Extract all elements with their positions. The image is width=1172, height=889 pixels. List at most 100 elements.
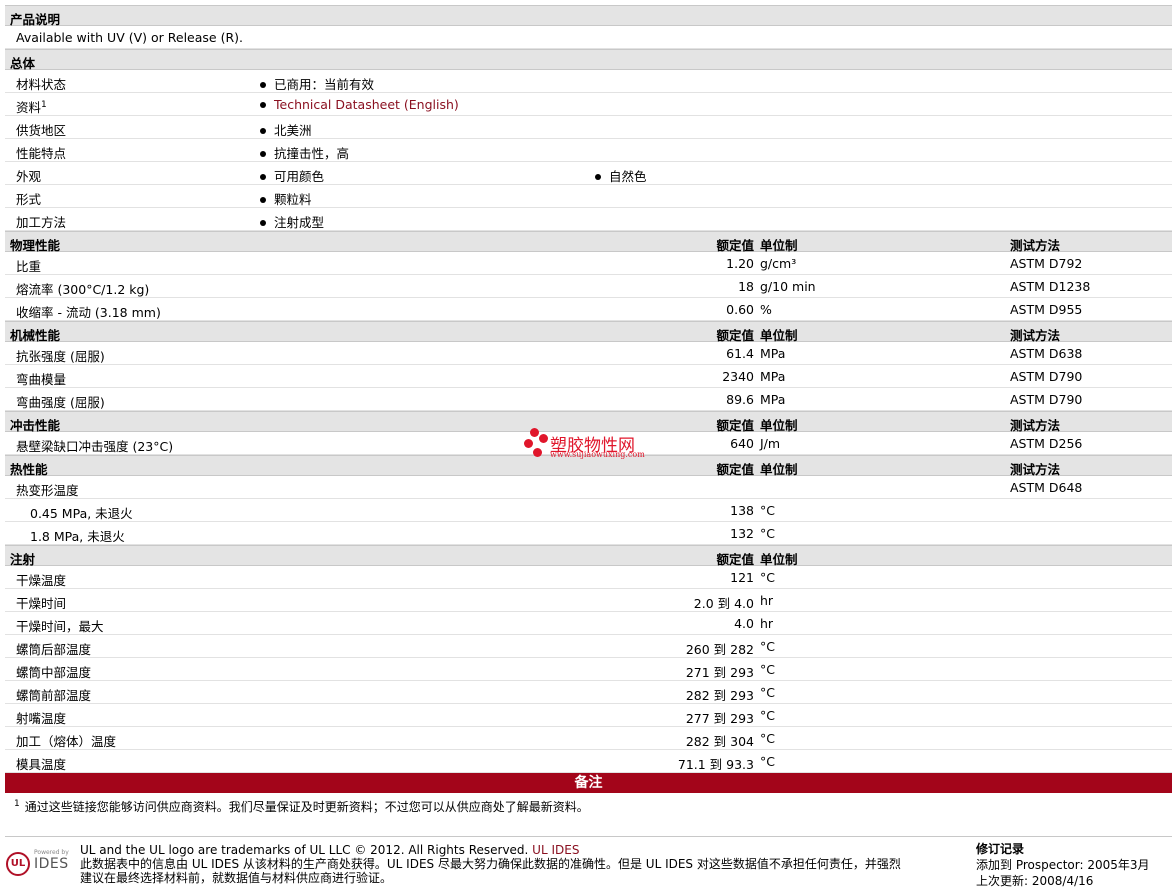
property-label-text: 形式	[16, 192, 42, 207]
property-value: 18	[738, 279, 754, 294]
injection-row: 干燥时间，最大 4.0 hr	[5, 612, 1172, 635]
general-row: 资料1 Technical Datasheet (English)	[5, 93, 1172, 116]
property-label: 抗张强度 (屈服)	[16, 349, 105, 364]
property-value: Technical Datasheet (English)	[260, 97, 459, 112]
property-value: 北美洲	[260, 120, 312, 139]
property-value: 89.6	[726, 392, 754, 407]
thermal-row: 0.45 MPa, 未退火 138 °C	[5, 499, 1172, 522]
ides-label: IDES	[34, 856, 69, 872]
property-value: 282 到 293	[685, 688, 754, 703]
property-value: 61.4	[726, 346, 754, 361]
watermark-dot	[533, 448, 542, 457]
property-label-text: 材料状态	[16, 77, 67, 92]
section-header-description: 产品说明	[5, 5, 1172, 27]
general-row: 材料状态 已商用：当前有效	[5, 70, 1172, 93]
watermark-dot	[524, 439, 533, 448]
property-label: 性能特点	[16, 143, 66, 162]
description-row: Available with UV (V) or Release (R).	[5, 26, 1172, 49]
property-unit: J/m	[760, 436, 781, 451]
property-label: 收缩率 - 流动 (3.18 mm)	[16, 305, 161, 320]
property-unit: °C	[760, 526, 775, 541]
test-method: ASTM D955	[1010, 302, 1083, 317]
bullet-icon	[595, 173, 601, 180]
property-value: 4.0	[734, 616, 754, 631]
property-unit: hr	[760, 616, 774, 631]
property-unit: MPa	[760, 392, 786, 407]
general-row: 供货地区 北美洲	[5, 116, 1172, 139]
footnote-marker: 1	[14, 799, 20, 809]
property-label: 比重	[16, 259, 42, 274]
property-label: 资料1	[16, 97, 47, 116]
note-row: 1 通过这些链接您能够访问供应商资料。我们尽量保证及时更新资料；不过您可以从供应商…	[5, 793, 1172, 837]
notes-header: 备注	[5, 773, 1172, 793]
physical-row: 比重 1.20 g/cm³ ASTM D792	[5, 252, 1172, 275]
property-value: 抗撞击性，高	[260, 143, 349, 162]
footer-trademark: UL and the UL logo are trademarks of UL …	[80, 843, 533, 857]
footnote-marker: 1	[41, 100, 47, 110]
injection-row: 螺筒后部温度 260 到 282 °C	[5, 635, 1172, 658]
property-unit: °C	[760, 685, 775, 700]
property-value: 可用颜色	[260, 166, 324, 185]
property-label: 悬壁梁缺口冲击强度 (23°C)	[16, 439, 174, 454]
property-value: 1.20	[726, 256, 754, 271]
general-row: 加工方法 注射成型	[5, 208, 1172, 231]
test-method: ASTM D648	[1010, 480, 1083, 495]
mechanical-row: 弯曲强度 (屈服) 89.6 MPa ASTM D790	[5, 388, 1172, 411]
ul-logo-icon: UL	[6, 852, 30, 876]
bullet-icon	[260, 173, 266, 180]
property-label: 弯曲强度 (屈服)	[16, 395, 105, 410]
property-value: 277 到 293	[685, 711, 754, 726]
property-label: 熔流率 (300°C/1.2 kg)	[16, 282, 150, 297]
property-unit: g/10 min	[760, 279, 816, 294]
property-label: 干燥时间，最大	[16, 619, 104, 634]
bullet-icon	[260, 196, 266, 203]
injection-row: 模具温度 71.1 到 93.3 °C	[5, 750, 1172, 773]
property-unit: °C	[760, 639, 775, 654]
test-method: ASTM D790	[1010, 369, 1083, 384]
property-value: 271 到 293	[685, 665, 754, 680]
property-unit: g/cm³	[760, 256, 797, 271]
test-method: ASTM D792	[1010, 256, 1083, 271]
property-label: 供货地区	[16, 120, 66, 139]
test-method: ASTM D638	[1010, 346, 1083, 361]
footer-line-2: 此数据表中的信息由 UL IDES 从该材料的生产商处获得。UL IDES 尽最…	[80, 857, 901, 871]
injection-row: 射嘴温度 277 到 293 °C	[5, 704, 1172, 727]
test-method: ASTM D790	[1010, 392, 1083, 407]
property-label: 模具温度	[16, 757, 67, 772]
ul-ides-logo[interactable]: UL Powered by IDES	[6, 844, 72, 876]
property-unit: MPa	[760, 346, 786, 361]
property-unit: °C	[760, 503, 775, 518]
property-value-text: 自然色	[609, 169, 647, 184]
property-unit: MPa	[760, 369, 786, 384]
bullet-icon	[260, 127, 266, 134]
property-label: 形式	[16, 189, 41, 208]
property-label: 射嘴温度	[16, 711, 67, 726]
footer-line-3: 建议在最终选择材料前，就数据值与材料供应商进行验证。	[80, 871, 393, 885]
property-value: 颗粒料	[260, 189, 312, 208]
property-value: 260 到 282	[685, 642, 754, 657]
thermal-row: 热变形温度 ASTM D648	[5, 476, 1172, 499]
mechanical-row: 抗张强度 (屈服) 61.4 MPa ASTM D638	[5, 342, 1172, 365]
property-value: 640	[730, 436, 754, 451]
property-label: 弯曲模量	[16, 372, 67, 387]
physical-row: 收缩率 - 流动 (3.18 mm) 0.60% ASTM D955	[5, 298, 1172, 321]
footer-disclaimer: UL and the UL logo are trademarks of UL …	[80, 843, 901, 885]
property-value: 注射成型	[260, 212, 324, 231]
ul-ides-link[interactable]: UL IDES	[532, 843, 579, 857]
property-label: 1.8 MPa, 未退火	[30, 529, 125, 544]
property-label: 干燥时间	[16, 596, 67, 611]
property-label-text: 加工方法	[16, 215, 67, 230]
footer: UL Powered by IDES UL and the UL logo ar…	[0, 838, 1172, 889]
injection-row: 螺筒前部温度 282 到 293 °C	[5, 681, 1172, 704]
property-value: 121	[730, 570, 754, 585]
property-label: 热变形温度	[16, 483, 79, 498]
property-unit: hr	[760, 593, 774, 608]
section-header-physical: 物理性能 额定值 单位制 测试方法	[5, 231, 1172, 253]
property-value-text: 可用颜色	[274, 169, 325, 184]
datasheet-link[interactable]: Technical Datasheet (English)	[274, 97, 459, 112]
test-method: ASTM D1238	[1010, 279, 1091, 294]
property-label-text: 资料	[16, 100, 42, 115]
section-header-general: 总体	[5, 49, 1172, 71]
bullet-icon	[260, 150, 266, 157]
property-unit: °C	[760, 731, 775, 746]
